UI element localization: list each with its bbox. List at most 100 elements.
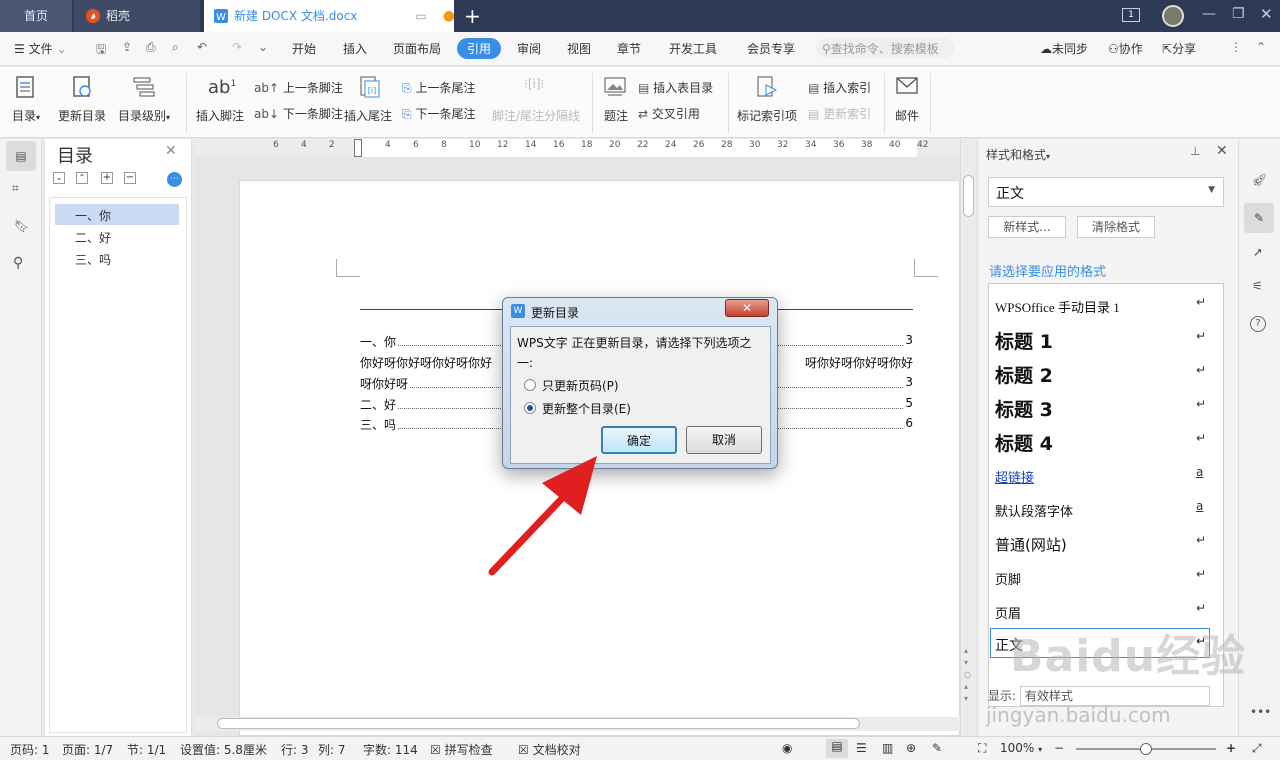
minimize-button[interactable]: — [1202,6,1216,22]
caption-button[interactable]: 题注 [604,107,628,124]
insert-table-toc-button[interactable]: ▤ 插入表目录 [638,79,713,96]
radio-update-entire-toc[interactable] [524,402,536,414]
zoom-in-icon[interactable]: + [1226,741,1236,755]
menu-start[interactable]: 开始 [292,40,316,57]
insert-footnote-button[interactable]: 插入脚注 [196,107,244,124]
nav-pane-icon[interactable]: ▤ [6,141,36,171]
collapse-ribbon-icon[interactable]: ⌃ [1256,40,1266,54]
share-button[interactable]: ⇱分享 [1162,40,1196,57]
quick-access-chevron-icon[interactable]: ⌄ [258,40,268,54]
status-pages[interactable]: 页面: 1/7 [62,741,113,758]
tab-document[interactable]: W 新建 DOCX 文档.docx ▭ ● [204,0,455,32]
nav-item[interactable]: 二、好 [55,226,179,247]
new-tab-button[interactable]: + [464,4,481,28]
status-setting[interactable]: 设置值: 5.8厘米 [180,741,267,758]
remove-item-icon[interactable]: − [124,172,136,184]
menu-layout[interactable]: 页面布局 [393,40,441,57]
prev-endnote-button[interactable]: ⎘ 上一条尾注 [402,79,475,96]
close-icon[interactable]: ✕ [1216,143,1228,159]
status-section[interactable]: 节: 1/1 [127,741,166,758]
avatar[interactable] [1162,5,1184,27]
outline-view-icon[interactable]: ☰ [856,741,867,755]
menu-reference[interactable]: 引用 [457,38,502,59]
insert-index-button[interactable]: ▤ 插入索引 [808,79,871,96]
menu-chapter[interactable]: 章节 [617,40,641,57]
menu-devtools[interactable]: 开发工具 [669,40,717,57]
insert-endnote-button[interactable]: 插入尾注 [344,107,392,124]
tab-daoke[interactable]: 稻壳 [74,0,200,32]
style-item[interactable]: 普通(网站) [995,534,1067,555]
new-style-button[interactable]: 新样式... [988,216,1066,238]
cross-ref-button[interactable]: ⇄ 交叉引用 [638,105,700,122]
nav-options-icon[interactable]: ⋯ [167,172,182,187]
footnote-separator-button[interactable]: 脚注/尾注分隔线 [492,107,580,124]
web-view-icon[interactable]: ⊕ [906,741,916,755]
print-preview-icon[interactable]: ⌕ [172,40,179,55]
ok-button[interactable]: 确定 [601,426,677,454]
scrollbar-thumb[interactable] [963,175,974,217]
clear-format-button[interactable]: 清除格式 [1077,216,1155,238]
undo-icon[interactable]: ↶ [197,40,207,54]
zoom-out-icon[interactable]: − [1054,741,1064,755]
command-search-box[interactable]: ⚲查找命令、搜索模板 [816,38,954,58]
horizontal-scrollbar[interactable] [195,717,960,731]
style-item[interactable]: 标题 3 [995,395,1053,422]
adjust-icon[interactable]: ⚟ [1252,279,1263,293]
write-view-icon[interactable]: ✎ [932,741,942,755]
prev-footnote-button[interactable]: ab↑ 上一条脚注 [254,79,343,96]
spell-check-button[interactable]: ☒ 拼写检查 [430,741,493,758]
more-options-icon[interactable]: ••• [1250,705,1271,719]
chapter-nav-icon[interactable]: ⌗ [12,181,19,196]
close-icon[interactable]: ✕ [165,143,177,159]
status-row[interactable]: 行: 3 [281,741,309,758]
mail-button[interactable]: 邮件 [895,107,919,124]
toc-level-button[interactable]: 目录级别▾ [118,107,170,124]
style-item[interactable]: 标题 1 [995,327,1053,354]
dialog-close-button[interactable]: ✕ [725,299,769,317]
horizontal-ruler[interactable]: 6422468101214161820222426283032343638404… [195,139,960,157]
mark-index-button[interactable]: 标记索引项 [737,107,797,124]
collapse-all-icon[interactable]: ⌄ [53,172,65,184]
print-icon[interactable]: ⎙ [146,40,156,55]
menu-review[interactable]: 审阅 [517,40,541,57]
window-count-icon[interactable]: 1 [1122,8,1140,22]
save-icon[interactable]: 🖫 [96,40,106,61]
vertical-scrollbar[interactable]: ▴ ▾ ○ ▴ ▾ [960,139,976,736]
pin-icon[interactable]: ⊥ [1190,144,1200,158]
export-icon[interactable]: ⇪ [122,40,132,54]
tab-home[interactable]: 首页 [0,0,72,32]
option-update-page-only[interactable]: 只更新页码(P) [542,377,619,394]
style-item[interactable]: 超链接 [995,467,1034,486]
zoom-level[interactable]: 100% ▾ [1000,741,1042,755]
scrollbar-thumb[interactable] [217,718,860,729]
radio-update-page-only[interactable] [524,379,536,391]
style-item[interactable]: 标题 2 [995,361,1053,388]
update-index-button[interactable]: ▤ 更新索引 [808,105,871,122]
indent-marker-icon[interactable] [354,139,362,157]
toc-button[interactable]: 目录▾ [12,107,40,124]
collab-button[interactable]: ⚇协作 [1108,40,1143,57]
cancel-button[interactable]: 取消 [686,426,762,454]
nav-item[interactable]: 一、你 [55,204,179,225]
current-style-select[interactable]: 正文 ▼ [988,177,1224,207]
menu-insert[interactable]: 插入 [343,40,367,57]
select-cursor-icon[interactable]: ➚ [1253,245,1263,259]
page-view-icon[interactable]: ▤ [826,739,848,758]
sync-status[interactable]: ☁未同步 [1040,40,1088,57]
eye-protect-icon[interactable]: ◉ [782,741,792,755]
redo-icon[interactable]: ↷ [232,40,242,54]
style-format-icon[interactable]: ✎ [1244,203,1274,233]
status-page[interactable]: 页码: 1 [10,741,50,758]
nav-item[interactable]: 三、吗 [55,248,179,269]
tab-window-icon[interactable]: ▭ [415,0,426,32]
update-toc-button[interactable]: 更新目录 [58,107,106,124]
fit-page-icon[interactable]: ⛶ [978,741,986,756]
fullscreen-icon[interactable]: ⤢ [1252,741,1262,756]
read-view-icon[interactable]: ▥ [882,741,893,755]
doc-proof-button[interactable]: ☒ 文档校对 [518,741,581,758]
help-icon[interactable]: ? [1250,316,1266,332]
status-col[interactable]: 列: 7 [318,741,346,758]
expand-up-icon[interactable]: ⌃ [76,172,88,184]
next-footnote-button[interactable]: ab↓ 下一条脚注 [254,105,343,122]
status-words[interactable]: 字数: 114 [363,741,418,758]
